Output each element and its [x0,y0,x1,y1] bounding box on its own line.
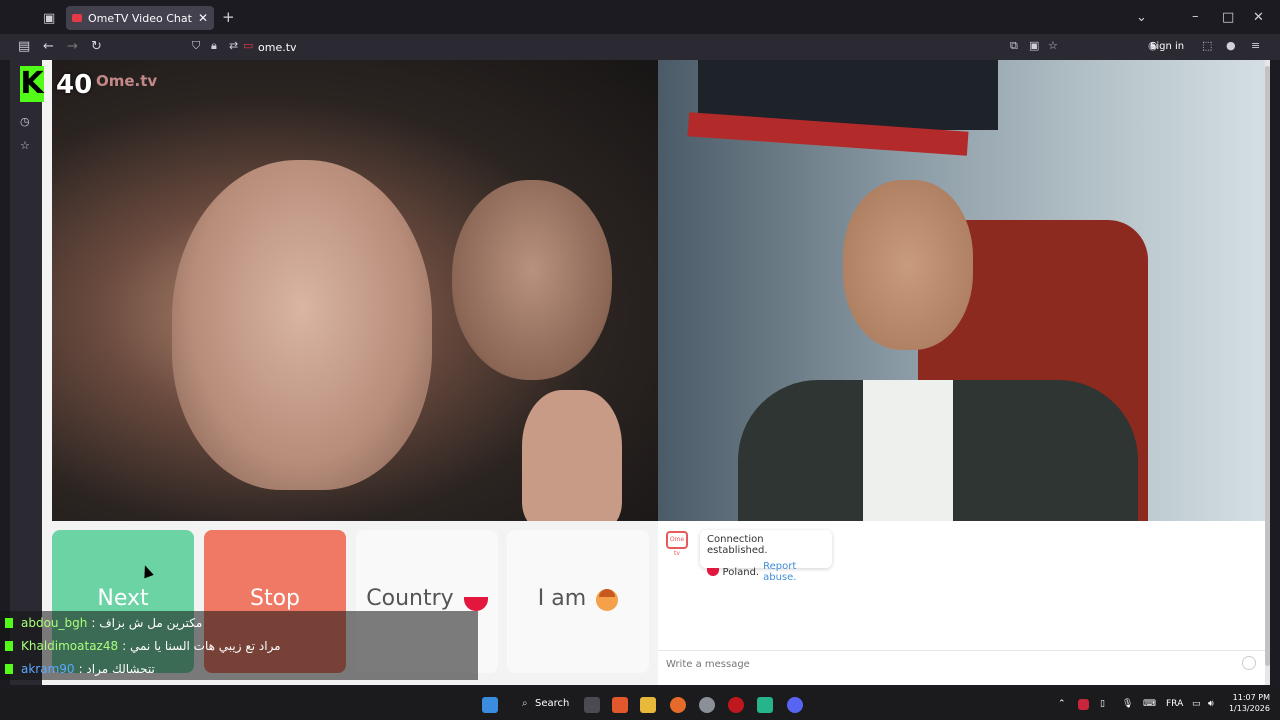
kick-badge-icon [5,663,13,674]
picture-in-picture-icon[interactable]: ⧉ [1010,40,1018,51]
viewer-count: 40 [56,70,93,100]
history-icon[interactable]: ◷ [20,116,30,127]
stranger-face-2 [452,180,612,380]
page-scrollbar[interactable] [1265,60,1270,685]
shield-icon[interactable]: ⛉ [192,40,200,51]
microphone-icon[interactable]: 🎙︎ [1122,699,1133,709]
self-video [658,60,1265,521]
keyboard-icon[interactable]: ⌨ [1143,699,1156,709]
overlay-message: Khaldimoataz48 : مراد تع زيبي هات السنا … [0,634,478,657]
tray-overflow-icon[interactable]: ⌃ [1058,699,1066,709]
settings-gear-icon[interactable] [699,697,715,713]
gender-button[interactable]: I am [507,530,649,673]
white-shirt [863,380,953,521]
language-indicator[interactable]: FRA [1166,699,1183,709]
poland-flag-icon [463,597,488,611]
brave-browser-icon[interactable] [612,697,628,713]
stranger-hand [522,390,622,521]
tab-ometv[interactable]: OmeTV Video Chat — Ome ✕ [66,6,214,30]
tray-app-icon[interactable] [1078,699,1089,710]
kick-logo: K [20,66,44,102]
profile-icon[interactable]: ● [1226,40,1236,51]
windows-start-icon[interactable] [482,697,498,713]
overlay-message: abdou_bgh : مكترين مل ش بزاف [0,611,478,634]
ometv-favicon [72,14,82,22]
menu-icon[interactable]: ≡ [1251,40,1260,51]
emoji-icon[interactable] [1242,656,1256,670]
self-face [843,180,973,350]
screen: ▣ OmeTV Video Chat — Ome ✕ + ⌄ – □ ✕ ▤ ←… [0,0,1280,720]
kick-badge-icon [5,617,13,628]
minimize-icon[interactable]: – [1192,10,1199,23]
partner-country: Poland. [722,566,760,578]
sidebar-toggle-icon[interactable]: ▤ [18,40,30,53]
browser-tab-bar: ▣ OmeTV Video Chat — Ome ✕ + ⌄ – □ ✕ [0,0,1280,34]
search-icon[interactable]: ⌕ [522,699,528,709]
tab-close-icon[interactable]: ✕ [198,11,208,25]
sign-in-button[interactable]: Sign in [1150,41,1184,52]
report-abuse-link[interactable]: Report abuse. [763,561,825,583]
chat-app-icon[interactable] [757,697,773,713]
bookmark-star-icon[interactable]: ☆ [1048,40,1058,51]
bookmarks-icon[interactable]: ☆ [20,140,30,151]
back-arrow-icon[interactable]: ← [43,40,54,53]
taskbar-clock[interactable]: 11:07 PM 1/13/2026 [1226,692,1270,714]
boy-emoji-icon [596,589,619,611]
new-tab-button[interactable]: + [222,10,235,25]
maximize-icon[interactable]: □ [1222,11,1234,24]
close-window-icon[interactable]: ✕ [1253,11,1264,24]
poland-flag-icon [707,568,719,576]
screenshot-icon[interactable]: ▣ [1029,40,1039,51]
ometv-chat-logo: Ome tv [666,531,688,557]
firefox-icon[interactable] [670,697,686,713]
camera-sharing-icon[interactable]: ▭ [243,40,253,51]
browser-sidebar: ◷ ☆ [10,60,42,685]
message-input[interactable] [666,657,1226,671]
volume-icon[interactable]: 🔊︎ [1208,699,1214,709]
system-message: Connection established. Poland. Report a… [700,530,832,583]
tray-battery-icon[interactable]: ▯ [1100,699,1105,709]
discord-icon[interactable] [787,697,803,713]
recording-app-icon[interactable] [728,697,744,713]
url-bar[interactable]: ome.tv [258,41,297,54]
browser-nav-bar: ▤ ← → ↻ ⛉ 🔒︎ ⇄ ▭ ome.tv ⧉ ▣ ☆ ◉ Sign in … [0,34,1280,60]
tab-list-icon[interactable]: ▣ [43,12,55,25]
network-icon[interactable]: ▭ [1192,699,1201,709]
stream-chat-overlay: abdou_bgh : مكترين مل ش بزاف Khaldimoata… [0,611,478,681]
taskbar-search[interactable]: Search [535,698,569,709]
kick-badge-icon [5,640,13,651]
task-view-icon[interactable] [584,697,600,713]
lock-icon[interactable]: 🔒︎ [211,40,217,51]
stranger-video [52,60,658,521]
overlay-message: akram90 : تتحشالك مراد [0,657,478,680]
ome-watermark: Ome.tv [96,72,158,90]
forward-arrow-icon[interactable]: → [67,40,78,53]
chevron-down-icon[interactable]: ⌄ [1136,11,1147,24]
file-explorer-icon[interactable] [640,697,656,713]
chat-divider [658,650,1265,651]
stranger-face-1 [172,160,432,490]
extensions-icon[interactable]: ⬚ [1202,40,1212,51]
permissions-icon[interactable]: ⇄ [229,40,238,51]
reload-icon[interactable]: ↻ [91,40,102,53]
scrollbar-thumb[interactable] [1265,66,1270,666]
